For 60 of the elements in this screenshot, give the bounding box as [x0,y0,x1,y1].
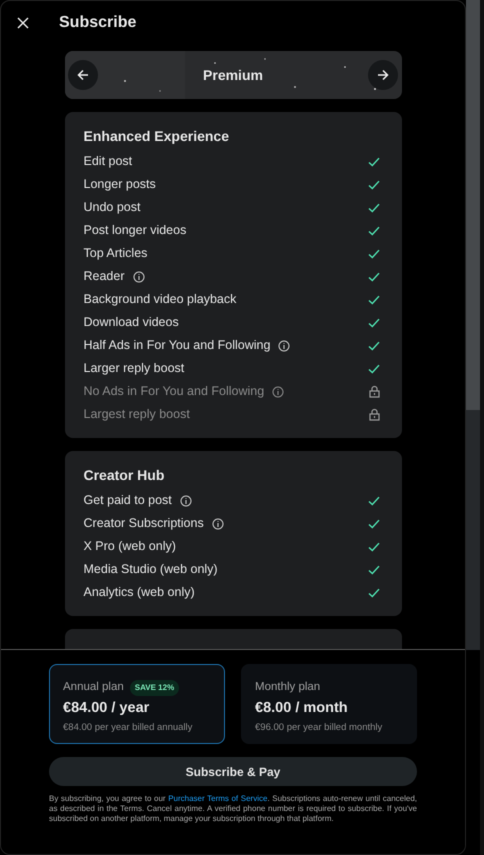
scrollbar-thumb[interactable] [466,0,480,410]
info-icon[interactable] [212,518,224,530]
legal-text: By subscribing, you agree to our Purchaser Terms of Service. Subscriptions auto-renew until canceled, as described in the Terms. Cancel anytime. A verified phone number is required to subscribe. If you've subscribed on another platform, manage your subscription through that platform. [49,794,417,824]
feature-label: X Pro (web only) [84,538,176,556]
plan-price: €8.00 / month [255,699,349,718]
arrow-right-icon [377,69,390,81]
feature-label: Larger reply boost [84,360,184,378]
feature-label: Get paid to post [84,492,172,510]
feature-label: Edit post [84,153,132,170]
plan-option[interactable]: Monthly plan €8.00 / month €96.00 per year billed monthly [241,664,417,744]
feature-label: No Ads in For You and Following [84,383,264,400]
check-icon [368,496,380,506]
feature-label: Analytics (web only) [84,584,195,602]
check-icon [368,564,380,574]
plan-note: €84.00 per year billed annually [63,720,194,735]
plan-price: €84.00 / year [63,699,150,718]
feature-label: Top Articles [84,245,148,262]
check-icon [368,318,380,328]
feature-label: Creator Subscriptions [84,515,204,532]
check-icon [368,588,380,598]
save-badge: SAVE 12% [130,680,180,696]
check-icon [368,542,380,552]
arrow-left-icon [76,69,88,81]
feature-label: Background video playback [84,291,236,308]
section-title: Creator Hub [84,466,166,485]
check-icon [368,272,380,282]
plan-name: Annual plan [63,680,124,696]
feature-label: Post longer videos [84,222,186,240]
check-icon [368,364,380,374]
feature-label: Longer posts [84,176,156,194]
info-icon[interactable] [180,494,192,506]
feature-label: Reader [84,268,124,286]
terms-link[interactable]: Purchaser Terms of Service [168,794,268,803]
check-icon [368,156,380,166]
feature-label: Download videos [84,314,179,332]
feature-label: Media Studio (web only) [84,561,218,578]
info-icon[interactable] [272,386,284,398]
check-icon [368,294,380,304]
feature-label: Half Ads in For You and Following [84,337,270,354]
tier-name: Premium [203,66,263,84]
info-icon[interactable] [278,340,290,352]
plan-name: Monthly plan [255,680,320,696]
dialog-title: Subscribe [59,13,136,33]
lock-icon [368,385,380,398]
check-icon [368,180,380,190]
close-icon [17,17,29,29]
check-icon [368,202,380,212]
scrollbar[interactable] [466,0,480,650]
feature-label: Largest reply boost [84,406,190,424]
plan-option[interactable]: Annual plan SAVE 12% €84.00 / year €84.00 per year billed annually [49,664,225,744]
section-title: Enhanced Experience [84,127,230,146]
plan-note: €96.00 per year billed monthly [255,720,384,735]
lock-icon [368,408,380,421]
subscribe-button[interactable]: Subscribe & Pay [49,757,417,786]
check-icon [368,248,380,258]
feature-label: Undo post [84,199,140,216]
check-icon [368,340,380,350]
check-icon [368,518,380,528]
check-icon [368,226,380,236]
info-icon[interactable] [132,270,144,282]
